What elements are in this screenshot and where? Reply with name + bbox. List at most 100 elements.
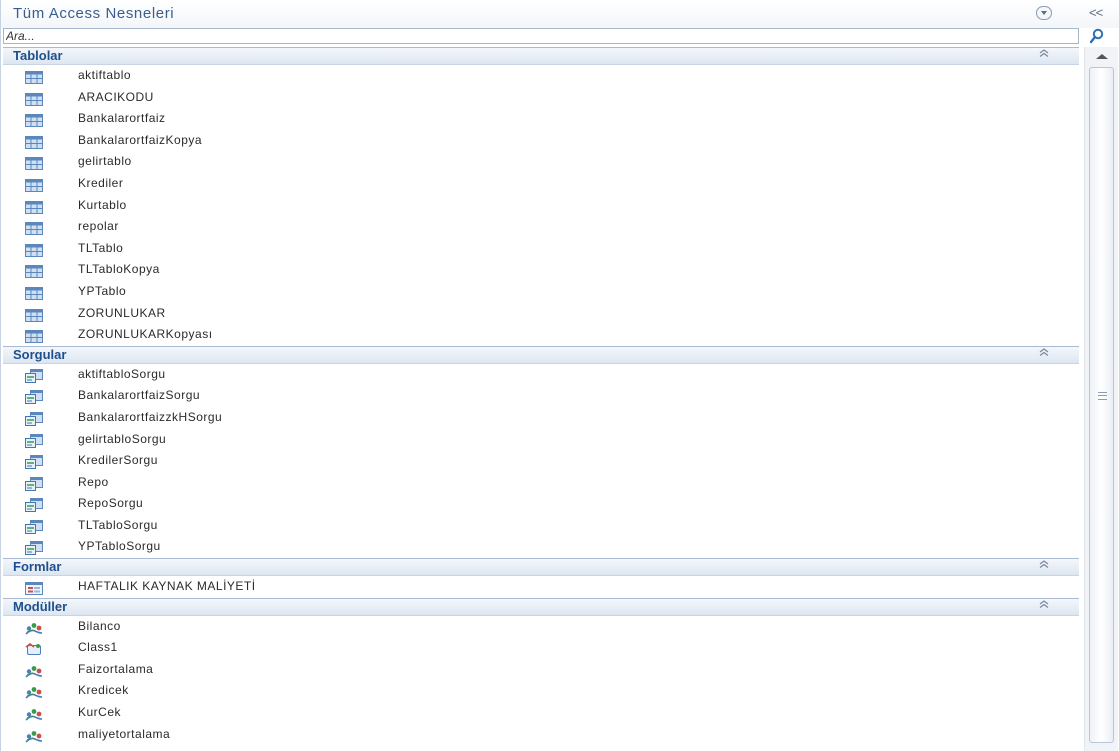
list-item-label: Class1 xyxy=(78,640,118,655)
list-item-label: YPTablo xyxy=(78,283,127,298)
list-item[interactable]: gelirtablo xyxy=(3,151,1079,173)
list-item[interactable]: Kredicek xyxy=(3,680,1079,702)
list-item[interactable]: KredilerSorgu xyxy=(3,450,1079,472)
list-item[interactable]: TLTablo xyxy=(3,238,1079,260)
navigation-pane: Tüm Access Nesneleri << Tablolar aktiftab… xyxy=(0,0,1119,751)
vertical-scrollbar[interactable] xyxy=(1084,47,1118,751)
collapse-group-icon[interactable] xyxy=(1038,599,1050,615)
double-chevron-up-icon xyxy=(1039,599,1049,608)
list-item[interactable]: BankalarortfaizKopya xyxy=(3,130,1079,152)
list-item[interactable]: Faizortalama xyxy=(3,659,1079,681)
list-item-label: Krediler xyxy=(78,175,124,190)
query-icon xyxy=(25,389,43,405)
group-header-tables[interactable]: Tablolar xyxy=(3,47,1079,65)
magnifier-icon xyxy=(1089,28,1104,44)
group-header-queries[interactable]: Sorgular xyxy=(3,345,1079,364)
list-item[interactable]: HAFTALIK KAYNAK MALİYETİ xyxy=(3,576,1079,598)
pane-menu-button[interactable] xyxy=(1036,6,1052,20)
list-item[interactable]: RepoSorgu xyxy=(3,493,1079,515)
group-header-label: Formlar xyxy=(13,559,62,575)
double-chevron-up-icon xyxy=(1039,347,1049,356)
form-icon xyxy=(25,580,43,596)
list-item[interactable]: Krediler xyxy=(3,173,1079,195)
list-item-label: gelirtablo xyxy=(78,154,132,169)
list-item[interactable]: Class1 xyxy=(3,637,1079,659)
table-icon xyxy=(25,263,43,279)
module-icon xyxy=(25,663,43,678)
query-icon xyxy=(25,368,43,383)
list-item-label: RepoSorgu xyxy=(78,496,144,511)
list-item[interactable]: Kurtablo xyxy=(3,195,1079,217)
module-icon xyxy=(25,620,43,635)
table-icon xyxy=(25,155,43,171)
table-icon xyxy=(25,177,43,192)
search-button[interactable] xyxy=(1083,28,1117,44)
list-item-label: YPTabloSorgu xyxy=(78,539,161,554)
group-header-modules[interactable]: Modüller xyxy=(3,597,1079,616)
query-icon xyxy=(25,411,43,426)
list-item-label: Faizortalama xyxy=(78,661,154,676)
table-icon xyxy=(25,285,43,300)
pane-title: Tüm Access Nesneleri xyxy=(13,5,175,22)
list-item-label: ZORUNLUKAR xyxy=(78,305,166,320)
list-item-label: Kredicek xyxy=(78,683,129,698)
collapse-group-icon[interactable] xyxy=(1038,48,1050,64)
list-item[interactable]: BankalarortfaizSorgu xyxy=(3,385,1079,407)
table-icon xyxy=(25,199,43,214)
list-item[interactable]: TLTabloSorgu xyxy=(3,515,1079,537)
list-item-label: BankalarortfaizSorgu xyxy=(78,388,201,403)
query-icon xyxy=(25,433,43,448)
list-item-label: aktiftabloSorgu xyxy=(78,366,166,381)
collapse-pane-button[interactable]: << xyxy=(1089,5,1103,20)
group-header-forms[interactable]: Formlar xyxy=(3,558,1079,577)
list-item-label: TLTabloSorgu xyxy=(78,517,158,532)
list-item[interactable]: Bankalarortfaiz xyxy=(3,108,1079,130)
list-item[interactable]: ZORUNLUKARKopyası xyxy=(3,324,1079,346)
list-item-label: Bankalarortfaiz xyxy=(78,111,166,126)
list-item-label: ARACIKODU xyxy=(78,89,154,104)
class-module-icon xyxy=(25,641,43,656)
list-item-label: KurCek xyxy=(78,705,122,720)
list-item-label: ZORUNLUKARKopyası xyxy=(78,327,213,342)
table-icon xyxy=(25,242,43,257)
list-item[interactable]: gelirtabloSorgu xyxy=(3,429,1079,451)
list-item[interactable]: YPTabloSorgu xyxy=(3,536,1079,558)
collapse-group-icon[interactable] xyxy=(1038,559,1050,575)
list-item-label: BankalarortfaizzkHSorgu xyxy=(78,409,223,424)
table-icon xyxy=(25,328,43,344)
list-item-label: KredilerSorgu xyxy=(78,453,158,468)
list-item[interactable]: Repo xyxy=(3,472,1079,494)
table-icon xyxy=(25,220,43,236)
list-item-label: HAFTALIK KAYNAK MALİYETİ xyxy=(78,579,256,594)
list-item[interactable]: Bilanco xyxy=(3,616,1079,638)
list-item[interactable]: KurCek xyxy=(3,702,1079,724)
table-icon xyxy=(25,91,43,106)
list-item[interactable]: aktiftabloSorgu xyxy=(3,364,1079,386)
double-chevron-up-icon xyxy=(1039,560,1049,569)
module-icon xyxy=(25,706,43,721)
list-item[interactable]: aktiftablo xyxy=(3,65,1079,87)
scroll-grip-icon xyxy=(1098,392,1107,400)
list-item-label: maliyetortalama xyxy=(78,726,171,741)
search-input[interactable] xyxy=(6,29,1066,43)
scroll-up-button[interactable] xyxy=(1085,47,1118,65)
collapse-group-icon[interactable] xyxy=(1038,347,1050,363)
list-item[interactable]: ARACIKODU xyxy=(3,87,1079,109)
list-item-label: BankalarortfaizKopya xyxy=(78,132,203,147)
list-item[interactable]: maliyetortalama xyxy=(3,724,1079,746)
scroll-thumb[interactable] xyxy=(1089,67,1114,743)
pane-title-bar[interactable]: Tüm Access Nesneleri << xyxy=(1,0,1119,28)
group-header-label: Tablolar xyxy=(13,48,63,63)
list-item[interactable]: repolar xyxy=(3,216,1079,238)
list-item-label: TLTabloKopya xyxy=(78,262,160,277)
list-item[interactable]: ZORUNLUKAR xyxy=(3,303,1079,325)
double-chevron-up-icon xyxy=(1039,49,1049,57)
list-item[interactable]: YPTablo xyxy=(3,281,1079,303)
list-item[interactable]: BankalarortfaizzkHSorgu xyxy=(3,407,1079,429)
search-box[interactable] xyxy=(3,28,1079,44)
list-item-label: Bilanco xyxy=(78,618,121,633)
list-item-label: repolar xyxy=(78,219,119,234)
group-header-label: Sorgular xyxy=(13,346,67,362)
table-icon xyxy=(25,112,43,128)
list-item[interactable]: TLTabloKopya xyxy=(3,259,1079,281)
